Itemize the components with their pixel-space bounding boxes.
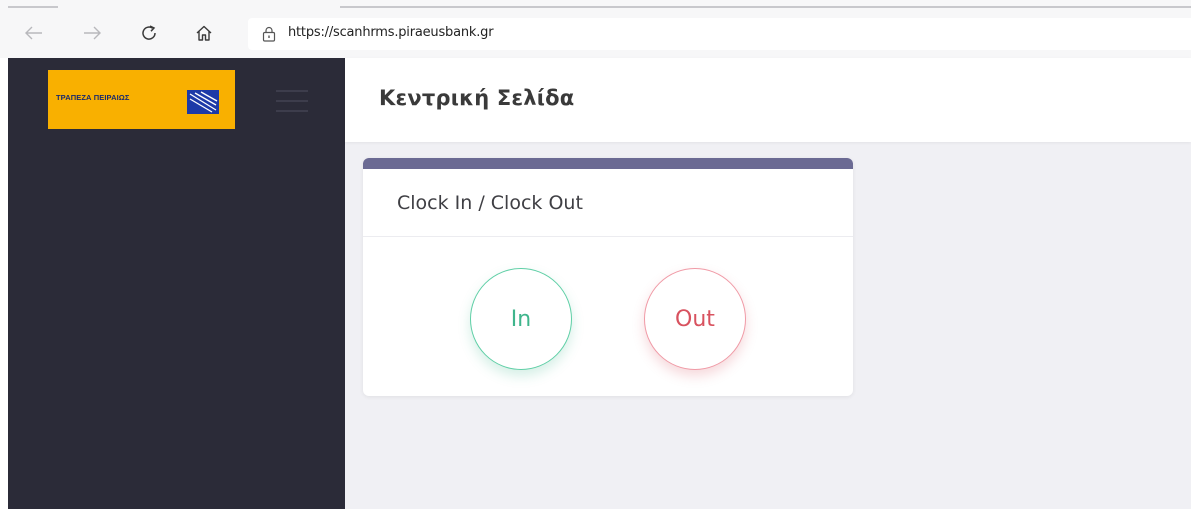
clock-out-label: Out — [675, 306, 715, 332]
clock-in-label: In — [510, 306, 532, 332]
card-divider — [363, 236, 853, 237]
clock-in-button[interactable]: In — [470, 268, 572, 370]
browser-toolbar: https://scanhrms.piraeusbank.gr — [0, 0, 1191, 58]
lock-icon[interactable] — [262, 26, 276, 42]
logo-text: ΤΡΑΠΕΖΑ ΠΕΙΡΑΙΩΣ — [56, 93, 130, 102]
hamburger-menu-icon[interactable] — [276, 88, 308, 114]
page-header: Κεντρική Σελίδα — [345, 58, 1191, 142]
main-content: Κεντρική Σελίδα Clock In / Clock Out In … — [345, 58, 1191, 509]
page-title: Κεντρική Σελίδα — [379, 86, 575, 110]
back-arrow-icon[interactable] — [21, 20, 47, 46]
sidebar: ΤΡΑΠΕΖΑ ΠΕΙΡΑΙΩΣ — [8, 58, 345, 509]
url-text: https://scanhrms.piraeusbank.gr — [288, 25, 494, 40]
tab-strip — [0, 6, 1191, 8]
card-accent-bar — [363, 158, 853, 169]
clock-card: Clock In / Clock Out In Out — [363, 158, 853, 396]
address-bar[interactable]: https://scanhrms.piraeusbank.gr — [248, 18, 1191, 50]
forward-arrow-icon[interactable] — [79, 20, 105, 46]
reload-icon[interactable] — [136, 20, 162, 46]
card-title: Clock In / Clock Out — [397, 192, 583, 214]
piraeus-bank-logo[interactable]: ΤΡΑΠΕΖΑ ΠΕΙΡΑΙΩΣ — [48, 70, 235, 129]
piraeus-logo-mark-icon — [187, 90, 219, 114]
clock-out-button[interactable]: Out — [644, 268, 746, 370]
home-icon[interactable] — [191, 20, 217, 46]
